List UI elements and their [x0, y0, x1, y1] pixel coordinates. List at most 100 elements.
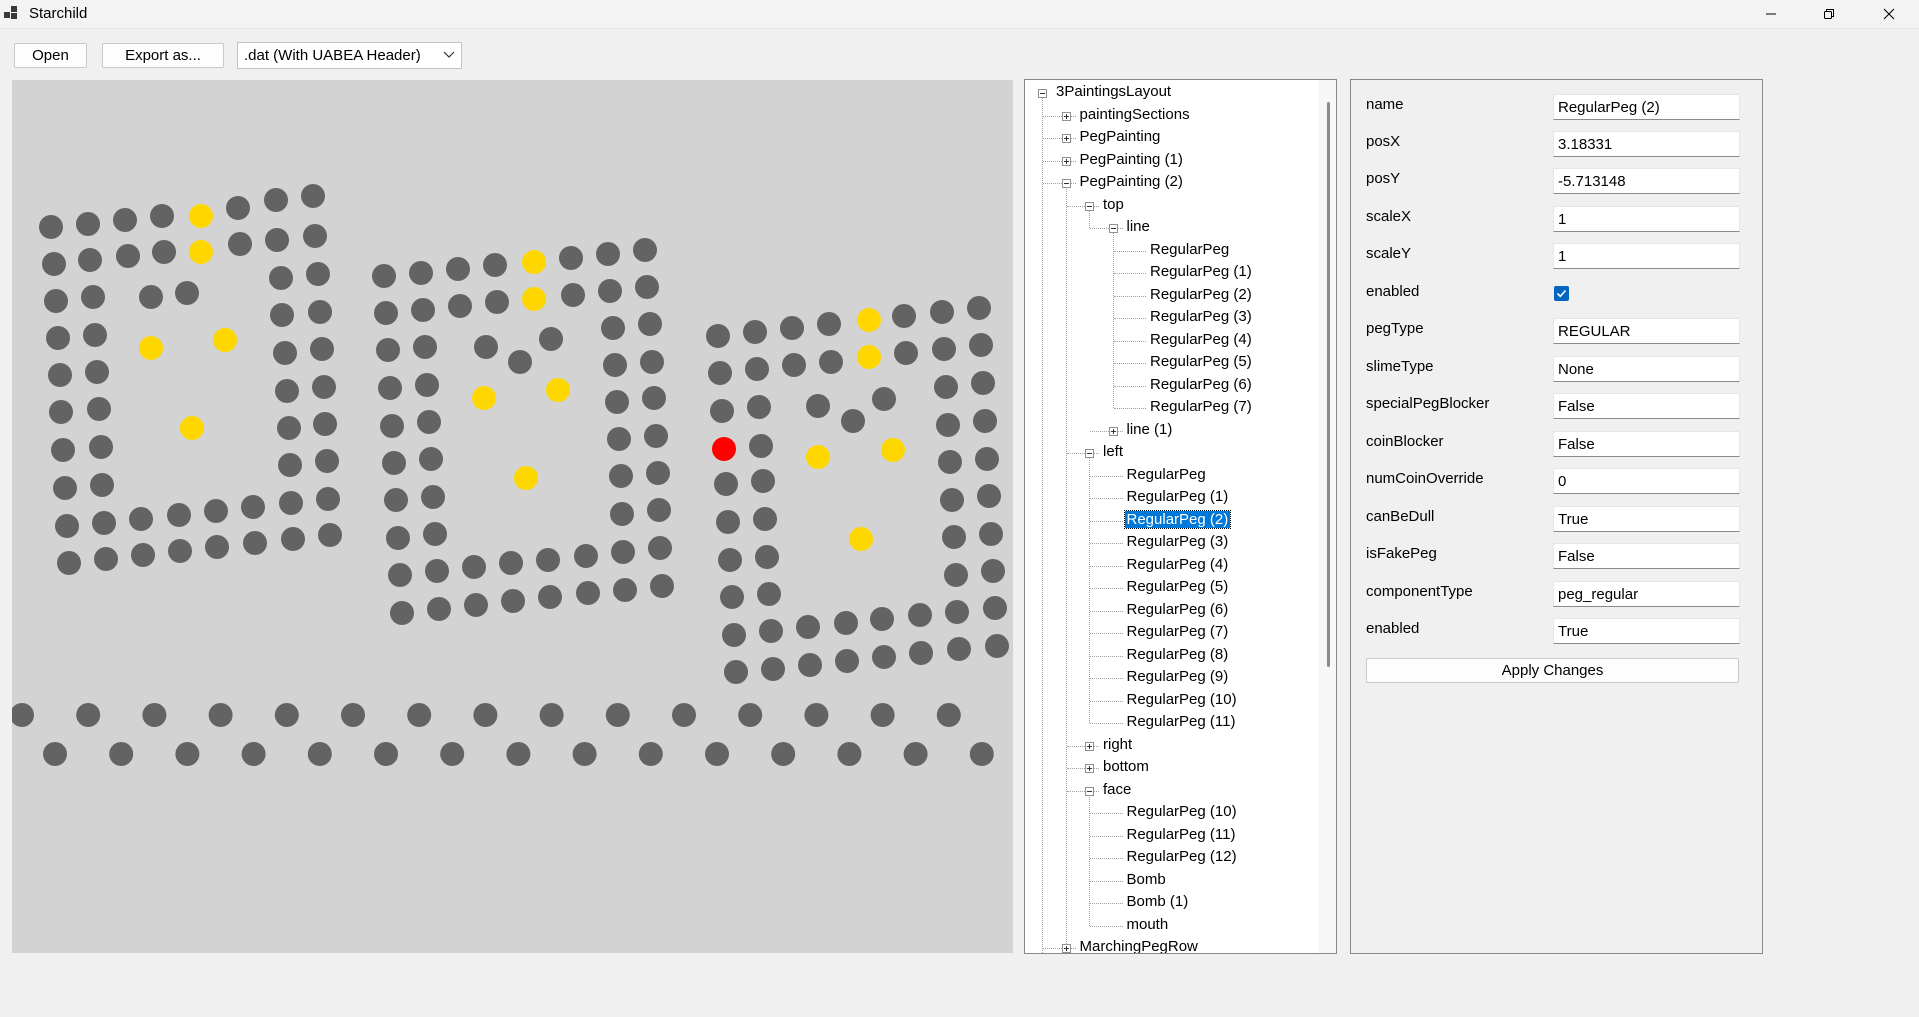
regular-peg[interactable] — [981, 559, 1005, 583]
regular-peg[interactable] — [782, 353, 806, 377]
regular-peg[interactable] — [985, 634, 1009, 658]
regular-peg[interactable] — [48, 363, 72, 387]
specialpegblocker-field[interactable] — [1553, 393, 1740, 419]
hierarchy-tree[interactable]: 3PaintingsLayout paintingSections PegPaint… — [1024, 79, 1337, 954]
collapse-icon[interactable] — [1038, 89, 1047, 99]
regular-peg[interactable] — [275, 379, 299, 403]
regular-peg[interactable] — [724, 660, 748, 684]
regular-peg[interactable] — [610, 502, 634, 526]
regular-peg[interactable] — [388, 563, 412, 587]
regular-peg[interactable] — [241, 742, 266, 766]
regular-peg[interactable] — [837, 742, 862, 766]
regular-peg[interactable] — [39, 215, 63, 239]
regular-peg[interactable] — [633, 238, 657, 262]
tree-node-left-peg[interactable]: RegularPeg (5) — [1125, 577, 1231, 597]
regular-peg[interactable] — [648, 536, 672, 560]
regular-peg[interactable] — [650, 574, 674, 598]
regular-peg[interactable] — [538, 585, 562, 609]
regular-peg[interactable] — [647, 498, 671, 522]
coinblocker-field[interactable] — [1553, 431, 1740, 457]
collapse-icon[interactable] — [1085, 201, 1094, 211]
regular-peg[interactable] — [969, 742, 994, 766]
regular-peg[interactable] — [318, 523, 342, 547]
regular-peg[interactable] — [796, 615, 820, 639]
regular-peg[interactable] — [646, 461, 670, 485]
tree-node-painting-sections[interactable]: paintingSections — [1078, 105, 1192, 125]
regular-peg[interactable] — [168, 539, 192, 563]
restore-button[interactable] — [1806, 0, 1852, 28]
expand-icon[interactable] — [1061, 134, 1071, 144]
regular-peg[interactable] — [241, 495, 265, 519]
regular-peg[interactable] — [934, 375, 958, 399]
numcoinoverride-field[interactable] — [1553, 468, 1740, 494]
regular-peg[interactable] — [638, 742, 663, 766]
yellow-peg[interactable] — [180, 416, 204, 440]
regular-peg[interactable] — [421, 485, 445, 509]
yellow-peg[interactable] — [849, 527, 873, 551]
regular-peg[interactable] — [440, 742, 465, 766]
tree-node-face-item[interactable]: Bomb (1) — [1125, 892, 1191, 912]
regular-peg[interactable] — [427, 597, 451, 621]
regular-peg[interactable] — [378, 376, 402, 400]
regular-peg[interactable] — [718, 548, 742, 572]
regular-peg[interactable] — [506, 742, 531, 766]
regular-peg[interactable] — [642, 386, 666, 410]
tree-node-peg-painting-1[interactable]: PegPainting (1) — [1078, 150, 1185, 170]
level-canvas[interactable] — [12, 80, 1013, 953]
tree-node-line-peg[interactable]: RegularPeg (4) — [1148, 330, 1254, 350]
expand-icon[interactable] — [1061, 944, 1071, 953]
close-button[interactable] — [1866, 0, 1912, 28]
regular-peg[interactable] — [930, 300, 954, 324]
regular-peg[interactable] — [940, 488, 964, 512]
regular-peg[interactable] — [607, 427, 631, 451]
tree-node-left[interactable]: left — [1101, 442, 1125, 462]
yellow-peg[interactable] — [546, 378, 570, 402]
regular-peg[interactable] — [43, 742, 67, 766]
regular-peg[interactable] — [279, 491, 303, 515]
tree-node-left-peg[interactable]: RegularPeg (1) — [1125, 487, 1231, 507]
regular-peg[interactable] — [12, 703, 34, 727]
regular-peg[interactable] — [301, 184, 325, 208]
regular-peg[interactable] — [603, 353, 627, 377]
yellow-peg[interactable] — [472, 386, 496, 410]
regular-peg[interactable] — [539, 703, 564, 727]
collapse-icon[interactable] — [1061, 179, 1071, 189]
regular-peg[interactable] — [936, 413, 960, 437]
regular-peg[interactable] — [806, 394, 830, 418]
regular-peg[interactable] — [307, 742, 332, 766]
expand-icon[interactable] — [1085, 741, 1094, 751]
regular-peg[interactable] — [947, 637, 971, 661]
regular-peg[interactable] — [743, 320, 767, 344]
regular-peg[interactable] — [411, 298, 435, 322]
regular-peg[interactable] — [761, 657, 785, 681]
regular-peg[interactable] — [109, 742, 134, 766]
open-button[interactable]: Open — [14, 43, 87, 68]
apply-changes-button[interactable]: Apply Changes — [1366, 658, 1739, 683]
regular-peg[interactable] — [94, 547, 118, 571]
regular-peg[interactable] — [638, 312, 662, 336]
regular-peg[interactable] — [944, 563, 968, 587]
tree-node-face-item[interactable]: RegularPeg (12) — [1125, 847, 1239, 867]
regular-peg[interactable] — [277, 416, 301, 440]
pegtype-field[interactable] — [1553, 318, 1740, 344]
expand-icon[interactable] — [1061, 111, 1071, 121]
expand-icon[interactable] — [1061, 156, 1071, 166]
regular-peg[interactable] — [508, 350, 532, 374]
regular-peg[interactable] — [819, 350, 843, 374]
regular-peg[interactable] — [208, 703, 233, 727]
regular-peg[interactable] — [601, 316, 625, 340]
regular-peg[interactable] — [817, 312, 841, 336]
expand-icon[interactable] — [1085, 764, 1094, 774]
regular-peg[interactable] — [42, 252, 66, 276]
regular-peg[interactable] — [722, 623, 746, 647]
regular-peg[interactable] — [710, 399, 734, 423]
regular-peg[interactable] — [390, 601, 414, 625]
regular-peg[interactable] — [382, 451, 406, 475]
yellow-peg[interactable] — [522, 287, 546, 311]
regular-peg[interactable] — [483, 253, 507, 277]
regular-peg[interactable] — [78, 248, 102, 272]
expand-icon[interactable] — [1108, 426, 1118, 436]
regular-peg[interactable] — [417, 410, 441, 434]
regular-peg[interactable] — [273, 341, 297, 365]
tree-node-line-peg[interactable]: RegularPeg (2) — [1148, 285, 1254, 305]
